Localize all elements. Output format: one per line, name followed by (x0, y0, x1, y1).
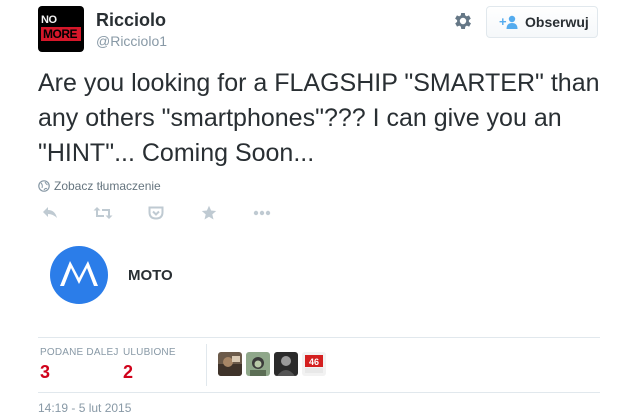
avatar-text-no: NO (41, 14, 57, 26)
user-handle[interactable]: @Ricciolo1 (96, 33, 167, 49)
divider (38, 392, 600, 393)
avatar-text-more: MORE (41, 27, 81, 41)
motorola-logo-icon (50, 246, 108, 304)
follow-button-label: Obserwuj (525, 14, 589, 30)
favorites-stat[interactable]: ULUBIONE 2 (123, 347, 176, 383)
retweets-label: PODANE DALEJ (40, 347, 119, 358)
svg-text:46: 46 (309, 357, 319, 367)
favorite-icon[interactable] (199, 203, 219, 223)
gear-icon[interactable] (452, 10, 474, 32)
favorites-count[interactable]: 2 (123, 362, 176, 383)
avatar[interactable]: NO MORE (38, 6, 84, 52)
translate-label: Zobacz tłumaczenie (54, 179, 161, 193)
tweet-text: Are you looking for a FLAGSHIP "SMARTER"… (38, 69, 600, 167)
add-user-icon: + (499, 14, 518, 29)
tweet-timestamp[interactable]: 14:19 - 5 lut 2015 (38, 401, 131, 415)
card-title: MOTO (128, 267, 173, 284)
tweet-actions (40, 203, 305, 223)
retweets-count[interactable]: 3 (40, 362, 119, 383)
app-card[interactable]: MOTO (38, 232, 598, 332)
reply-icon[interactable] (40, 203, 60, 223)
stats-separator (206, 344, 207, 386)
more-icon[interactable] (252, 203, 272, 223)
svg-text:+: + (499, 14, 507, 29)
favoriters-list: 46 (218, 352, 330, 376)
follow-button[interactable]: + Obserwuj (486, 6, 598, 38)
user-avatar-2[interactable] (246, 352, 270, 376)
user-display-name[interactable]: Ricciolo (96, 10, 166, 31)
pocket-icon[interactable] (146, 203, 166, 223)
globe-icon (38, 180, 50, 192)
retweet-icon[interactable] (93, 203, 113, 223)
user-avatar-4[interactable]: 46 (302, 352, 326, 376)
avatar-logo: NO MORE (41, 14, 81, 44)
tweet-page: NO MORE Ricciolo @Ricciolo1 + Obserwuj A… (0, 0, 639, 420)
divider (38, 337, 600, 338)
favorites-label: ULUBIONE (123, 347, 176, 358)
user-avatar-1[interactable] (218, 352, 242, 376)
user-avatar-3[interactable] (274, 352, 298, 376)
translate-link[interactable]: Zobacz tłumaczenie (38, 179, 161, 193)
retweets-stat[interactable]: PODANE DALEJ 3 (40, 347, 119, 383)
